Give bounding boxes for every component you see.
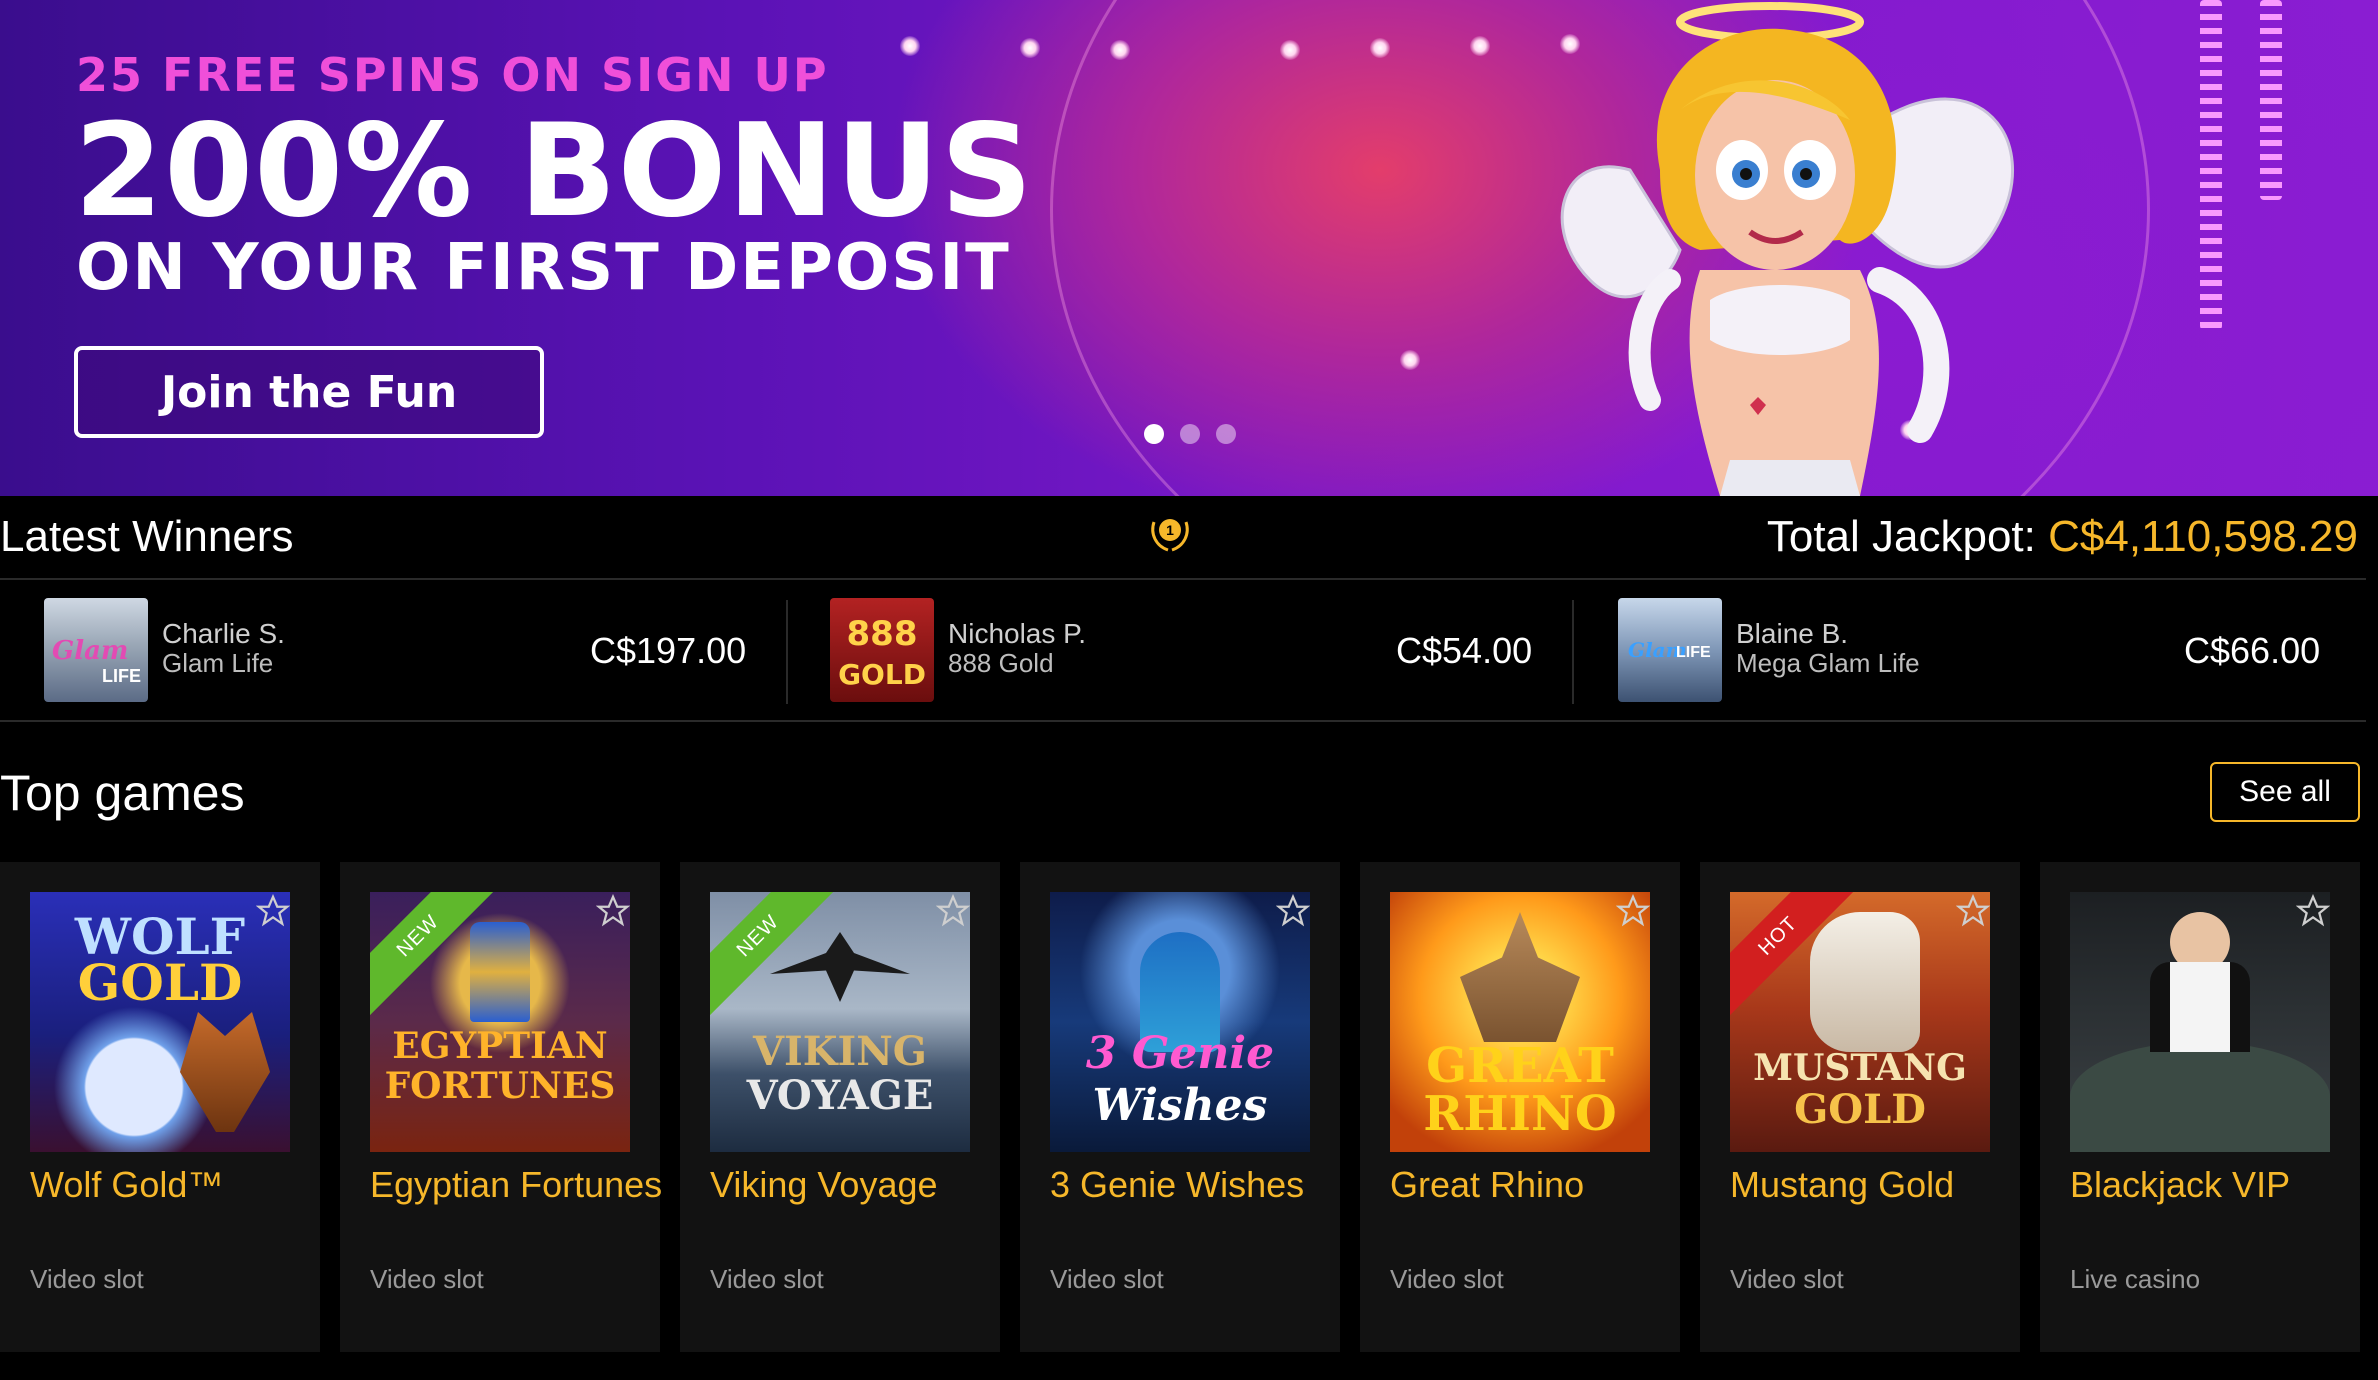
star-favorite-icon[interactable] (256, 894, 290, 928)
game-thumbnail[interactable]: GREAT RHINO (1390, 892, 1650, 1152)
dealer-art (2150, 962, 2250, 1052)
light-column (2200, 0, 2222, 330)
star-favorite-icon[interactable] (1956, 894, 1990, 928)
game-type: Video slot (710, 1264, 824, 1294)
game-type: Live casino (2070, 1264, 2201, 1294)
stage-light (1370, 38, 1390, 58)
game-card[interactable]: MUSTANG GOLD HOT Mustang Gold Video slot (1700, 862, 2020, 1352)
art-title: GREAT (1426, 1038, 1614, 1094)
jackpot-label: Total Jackpot: (1766, 512, 2036, 561)
game-name[interactable]: Blackjack VIP (2070, 1164, 2290, 1206)
top-games-title: Top games (0, 765, 245, 821)
winner-item[interactable]: Glam LIFE Charlie S. Glam Life C$197.00 (44, 594, 747, 704)
promo-tagline: ON YOUR FIRST DEPOSIT (76, 231, 1011, 305)
winner-item[interactable]: Glam LIFE Blaine B. Mega Glam Life C$66.… (1618, 594, 2338, 704)
game-name[interactable]: Egyptian Fortunes (370, 1164, 662, 1206)
game-type: Video slot (30, 1264, 144, 1294)
promo-headline: 200% BONUS (74, 97, 1034, 246)
light-column (2260, 0, 2282, 200)
game-name[interactable]: Great Rhino (1390, 1164, 1584, 1206)
game-card[interactable]: Blackjack VIP Live casino (2040, 862, 2360, 1352)
winner-item[interactable]: 888 GOLD Nicholas P. 888 Gold C$54.00 (830, 594, 1533, 704)
winner-amount: C$66.00 (2184, 630, 2321, 671)
winner-name: Nicholas P. (948, 618, 1087, 649)
rhino-art (1460, 912, 1580, 1042)
winner-name: Blaine B. (1736, 618, 1849, 649)
game-card[interactable]: EGYPTIAN FORTUNES NEW Egyptian Fortunes … (340, 862, 662, 1352)
star-favorite-icon[interactable] (936, 894, 970, 928)
stage-light (900, 36, 920, 56)
art-title: VIKING (753, 1028, 927, 1075)
star-favorite-icon[interactable] (596, 894, 630, 928)
divider (0, 720, 2366, 722)
game-thumbnail[interactable]: 3 Genie Wishes (1050, 892, 1310, 1152)
laurel-medal-icon: 1 (1151, 519, 1189, 552)
game-thumbnail[interactable] (2070, 892, 2330, 1152)
carousel-dot-1[interactable] (1144, 424, 1164, 444)
divider (0, 578, 2366, 580)
divider (1572, 600, 1574, 704)
game-type: Video slot (1050, 1264, 1164, 1294)
game-type: Video slot (370, 1264, 484, 1294)
promo-subheadline: 25 FREE SPINS ON SIGN UP (76, 48, 829, 102)
winner-amount: C$54.00 (1396, 630, 1533, 671)
art-title: Wishes (1092, 1080, 1268, 1131)
total-jackpot: Total Jackpot: C$4,110,598.29 (1767, 512, 2358, 562)
art-title: GOLD (1794, 1086, 1926, 1133)
art-title: FORTUNES (384, 1065, 616, 1107)
star-favorite-icon[interactable] (1616, 894, 1650, 928)
carousel-dots (1144, 424, 1236, 444)
game-thumbnail[interactable]: WOLF GOLD (30, 892, 290, 1152)
game-card[interactable]: VIKING VOYAGE NEW Viking Voyage Video sl… (680, 862, 1000, 1352)
table-art (2070, 1042, 2330, 1152)
winner-game: Glam Life (162, 648, 274, 678)
stage-light (1400, 350, 1420, 370)
divider (786, 600, 788, 704)
winner-game-thumbnail: Glam LIFE (1618, 598, 1722, 702)
art-title: MUSTANG (1753, 1047, 1967, 1089)
latest-winners-title: Latest Winners (0, 512, 294, 561)
carousel-dot-3[interactable] (1216, 424, 1236, 444)
game-card[interactable]: 3 Genie Wishes 3 Genie Wishes Video slot (1020, 862, 1340, 1352)
star-favorite-icon[interactable] (2296, 894, 2330, 928)
game-name[interactable]: 3 Genie Wishes (1050, 1164, 1304, 1206)
art-title: GOLD (77, 953, 243, 1012)
winner-name: Charlie S. (162, 618, 285, 649)
hero-banner[interactable]: 25 FREE SPINS ON SIGN UP 200% BONUS ON Y… (0, 0, 2378, 496)
game-card[interactable]: WOLF GOLD Wolf Gold™ Video slot (0, 862, 320, 1352)
winner-game-thumbnail: 888 GOLD (830, 598, 934, 702)
winner-game: 888 Gold (948, 648, 1054, 678)
badge-new: NEW (370, 892, 500, 1022)
svg-text:1: 1 (1166, 522, 1174, 538)
winner-game-thumbnail: Glam LIFE (44, 598, 148, 702)
stage-light (1470, 36, 1490, 56)
game-card[interactable]: GREAT RHINO Great Rhino Video slot (1360, 862, 1680, 1352)
art-title: EGYPTIAN (392, 1025, 608, 1067)
art-title: VOYAGE (746, 1072, 934, 1119)
see-all-button[interactable]: See all (2210, 762, 2360, 822)
winner-game: Mega Glam Life (1736, 648, 1920, 678)
art-title: 3 Genie (1085, 1028, 1275, 1079)
game-type: Video slot (1390, 1264, 1504, 1294)
game-type: Video slot (1730, 1264, 1844, 1294)
star-favorite-icon[interactable] (1276, 894, 1310, 928)
stage-light (1020, 38, 1040, 58)
art-title: RHINO (1423, 1086, 1617, 1142)
angel-mascot-image (1560, 2, 2015, 496)
game-name[interactable]: Wolf Gold™ (30, 1164, 223, 1206)
game-name[interactable]: Mustang Gold (1730, 1164, 1954, 1206)
badge-hot: HOT (1730, 892, 1860, 1022)
winner-amount: C$197.00 (590, 630, 747, 671)
jackpot-amount: C$4,110,598.29 (2048, 512, 2358, 561)
carousel-dot-2[interactable] (1180, 424, 1200, 444)
stage-light (1280, 40, 1300, 60)
stage-light (1110, 40, 1130, 60)
badge-new: NEW (710, 892, 840, 1022)
wolf-art (180, 1012, 270, 1132)
join-the-fun-button[interactable]: Join the Fun (74, 346, 544, 438)
game-name[interactable]: Viking Voyage (710, 1164, 938, 1206)
